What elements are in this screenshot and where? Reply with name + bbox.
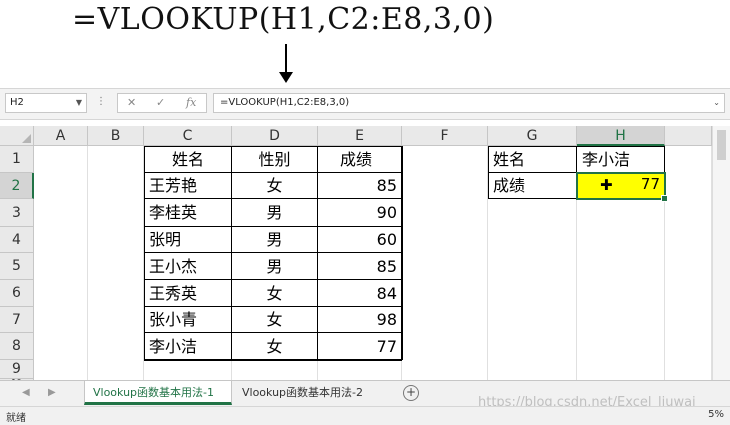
table-divider (144, 332, 402, 333)
table-cell-score[interactable]: 85 (318, 173, 402, 199)
tab-vlookup-1[interactable]: Vlookup函数基本用法-1 (84, 381, 232, 405)
table-divider (144, 306, 402, 307)
table-cell-name[interactable]: 王秀英 (144, 280, 232, 307)
lookup-label-score[interactable]: 成绩 (488, 173, 577, 199)
lookup-border-left (488, 146, 489, 199)
lookup-label-name[interactable]: 姓名 (488, 146, 577, 173)
table-divider (231, 146, 232, 360)
chevron-down-icon[interactable]: ▼ (76, 94, 82, 112)
table-cell-score[interactable]: 84 (318, 280, 402, 307)
row-header-8[interactable]: 8 (0, 333, 34, 360)
header-name[interactable]: 姓名 (144, 146, 232, 173)
row-header-5[interactable]: 5 (0, 253, 34, 280)
table-cell-name[interactable]: 李桂英 (144, 199, 232, 227)
more-icon[interactable]: ⋮ (96, 96, 107, 107)
table-cell-name[interactable]: 张明 (144, 227, 232, 253)
table-cell-score[interactable]: 90 (318, 199, 402, 227)
status-ready: 就绪 (6, 413, 26, 424)
row-header-1[interactable]: 1 (0, 146, 34, 173)
formula-caption: =VLOOKUP(H1,C2:E8,3,0) (72, 2, 495, 37)
table-cell-name[interactable]: 李小洁 (144, 333, 232, 360)
tab-vlookup-2[interactable]: Vlookup函数基本用法-2 (234, 381, 374, 405)
column-header-d[interactable]: D (232, 126, 318, 146)
result-value: 77 (640, 175, 660, 193)
formula-bar: H2 ▼ ⋮ ✕ ✓ fx =VLOOKUP(H1,C2:E8,3,0) ⌄ (0, 88, 730, 120)
header-gender[interactable]: 性别 (232, 146, 318, 173)
row-header-3[interactable]: 3 (0, 199, 34, 227)
table-border-bottom (144, 359, 402, 361)
table-cell-gender[interactable]: 女 (232, 307, 318, 333)
formula-input[interactable]: =VLOOKUP(H1,C2:E8,3,0) ⌄ (213, 93, 725, 113)
table-border-left (144, 146, 145, 360)
column-header-b[interactable]: B (88, 126, 144, 146)
row-header-7[interactable]: 7 (0, 307, 34, 333)
table-cell-gender[interactable]: 男 (232, 253, 318, 280)
table-cell-score[interactable]: 77 (318, 333, 402, 360)
enter-icon[interactable]: ✓ (156, 96, 165, 109)
next-sheet-icon[interactable]: ▶ (48, 387, 56, 398)
table-cell-name[interactable]: 王芳艳 (144, 173, 232, 199)
column-i-cells[interactable] (665, 146, 712, 386)
column-header-g[interactable]: G (488, 126, 577, 146)
name-box-value: H2 (10, 97, 24, 108)
function-icon[interactable]: fx (186, 96, 196, 109)
table-cell-gender[interactable]: 女 (232, 280, 318, 307)
column-a-cells[interactable] (34, 146, 88, 386)
table-divider (317, 146, 318, 360)
table-border-right (401, 146, 403, 360)
status-bar: 就绪 5% (0, 406, 730, 425)
table-cell-gender[interactable]: 女 (232, 173, 318, 199)
table-border-top (144, 146, 402, 147)
column-header-h[interactable]: H (577, 126, 665, 146)
row-header-6[interactable]: 6 (0, 280, 34, 307)
cancel-icon[interactable]: ✕ (127, 96, 136, 109)
fill-handle[interactable] (661, 195, 668, 202)
table-divider (144, 226, 402, 227)
cell-cursor-icon: ✚ (600, 176, 613, 194)
row-header-2[interactable]: 2 (0, 173, 34, 199)
lookup-value-name[interactable]: 李小洁 (577, 146, 665, 173)
column-header-e[interactable]: E (318, 126, 402, 146)
row-header-4[interactable]: 4 (0, 227, 34, 253)
table-cell-score[interactable]: 98 (318, 307, 402, 333)
active-cell-h2[interactable]: ✚ 77 (576, 172, 668, 202)
table-divider (144, 279, 402, 280)
zoom-level[interactable]: 5% (708, 409, 724, 420)
vertical-scrollbar[interactable] (712, 126, 730, 386)
table-divider (144, 172, 402, 173)
row-header-9[interactable]: 9 (0, 360, 34, 379)
add-sheet-icon[interactable]: + (403, 385, 419, 401)
table-cell-score[interactable]: 60 (318, 227, 402, 253)
formula-buttons: ✕ ✓ fx (117, 93, 207, 113)
column-header-f[interactable]: F (402, 126, 488, 146)
column-header-blank[interactable] (665, 126, 712, 146)
table-cell-gender[interactable]: 男 (232, 199, 318, 227)
table-divider (144, 198, 402, 199)
formula-text: =VLOOKUP(H1,C2:E8,3,0) (220, 97, 350, 108)
scrollbar-thumb[interactable] (717, 130, 726, 160)
name-box[interactable]: H2 ▼ (5, 93, 87, 113)
table-cell-gender[interactable]: 男 (232, 227, 318, 253)
table-cell-name[interactable]: 张小青 (144, 307, 232, 333)
column-header-c[interactable]: C (144, 126, 232, 146)
prev-sheet-icon[interactable]: ◀ (22, 387, 30, 398)
column-b-cells[interactable] (88, 146, 144, 386)
down-arrow-icon (279, 44, 293, 84)
column-header-a[interactable]: A (34, 126, 88, 146)
table-cell-gender[interactable]: 女 (232, 333, 318, 360)
header-score[interactable]: 成绩 (318, 146, 402, 173)
expand-formula-icon[interactable]: ⌄ (713, 94, 720, 112)
table-cell-score[interactable]: 85 (318, 253, 402, 280)
column-f-cells[interactable] (402, 146, 488, 386)
select-all-button[interactable] (0, 126, 34, 146)
table-divider (144, 252, 402, 253)
table-cell-name[interactable]: 王小杰 (144, 253, 232, 280)
